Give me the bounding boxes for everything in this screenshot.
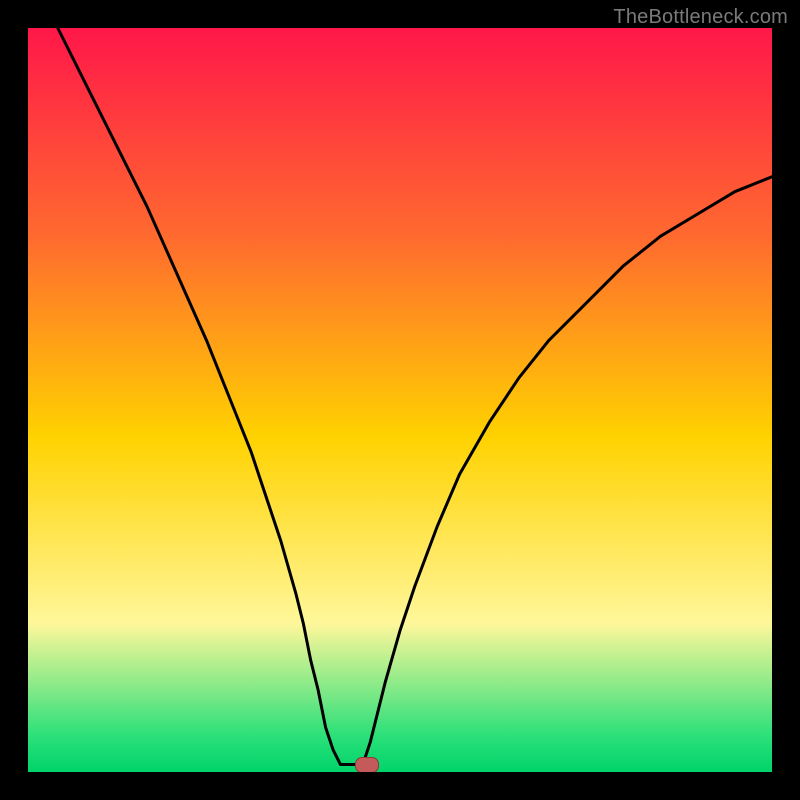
optimal-point-marker bbox=[355, 757, 379, 772]
chart-svg bbox=[28, 28, 772, 772]
plot-area bbox=[28, 28, 772, 772]
watermark-text: TheBottleneck.com bbox=[613, 6, 788, 29]
gradient-background bbox=[28, 28, 772, 772]
chart-frame: TheBottleneck.com bbox=[0, 0, 800, 800]
